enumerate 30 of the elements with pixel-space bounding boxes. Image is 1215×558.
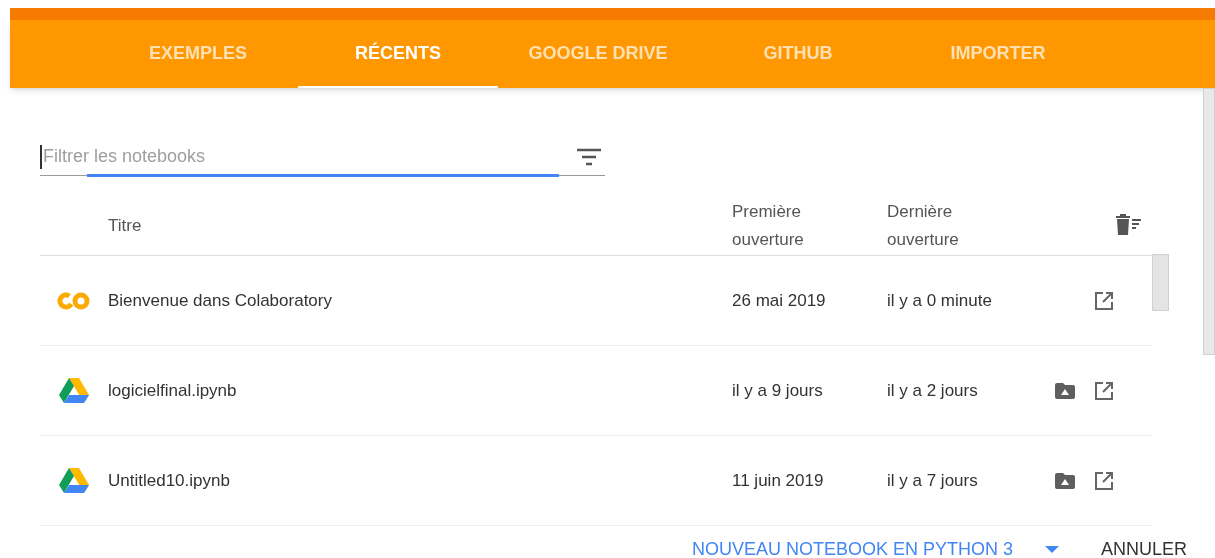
open-in-new-icon[interactable] [1094,380,1114,401]
open-in-new-icon[interactable] [1094,470,1114,491]
table-cell-text: il y a 0 minute [887,289,993,312]
notebook-title: Untitled10.ipynb [108,469,231,492]
notebook-title: Bienvenue dans Colaboratory [108,289,333,312]
table-cell-text: il y a 2 jours [887,379,979,402]
notebook-title: logicielfinal.ipynb [108,379,238,402]
column-header[interactable]: Dernière ouverture [887,197,1087,254]
filter-icon[interactable] [576,146,602,167]
table-cell-text: 11 juin 2019 [732,469,825,492]
open-in-new-icon[interactable] [1094,290,1114,311]
drive-logo-icon [58,466,90,495]
table-cell-text: 26 mai 2019 [732,289,827,312]
drive-logo-icon [58,376,90,405]
dropdown-caret-icon[interactable] [1045,545,1060,554]
notebook-row[interactable]: logicielfinal.ipynb il y a 9 jours il y a 2 jours [40,346,1152,436]
notebook-row[interactable]: Untitled10.ipynb 11 juin 2019 il y a 7 jours [40,436,1152,526]
notebook-row[interactable]: Bienvenue dans Colaboratory 26 mai 2019 il y a 0 minute [40,256,1152,346]
scrollbar[interactable] [1203,88,1215,355]
scrollbar[interactable] [1152,254,1169,311]
table-cell-text: il y a 7 jours [887,469,979,492]
column-header[interactable]: Titre [108,212,732,239]
drive-folder-icon[interactable] [1054,471,1076,490]
new-notebook-button[interactable]: NOUVEAU NOTEBOOK EN PYTHON 3 [692,536,1014,558]
drive-folder-icon[interactable] [1054,381,1076,400]
column-header[interactable]: Première ouverture [732,197,887,254]
colab-logo-icon [56,291,92,310]
filter-field[interactable]: Filtrer les notebooks [40,144,576,169]
table-cell-text: il y a 9 jours [732,379,824,402]
cancel-button[interactable]: ANNULER [1101,536,1188,558]
